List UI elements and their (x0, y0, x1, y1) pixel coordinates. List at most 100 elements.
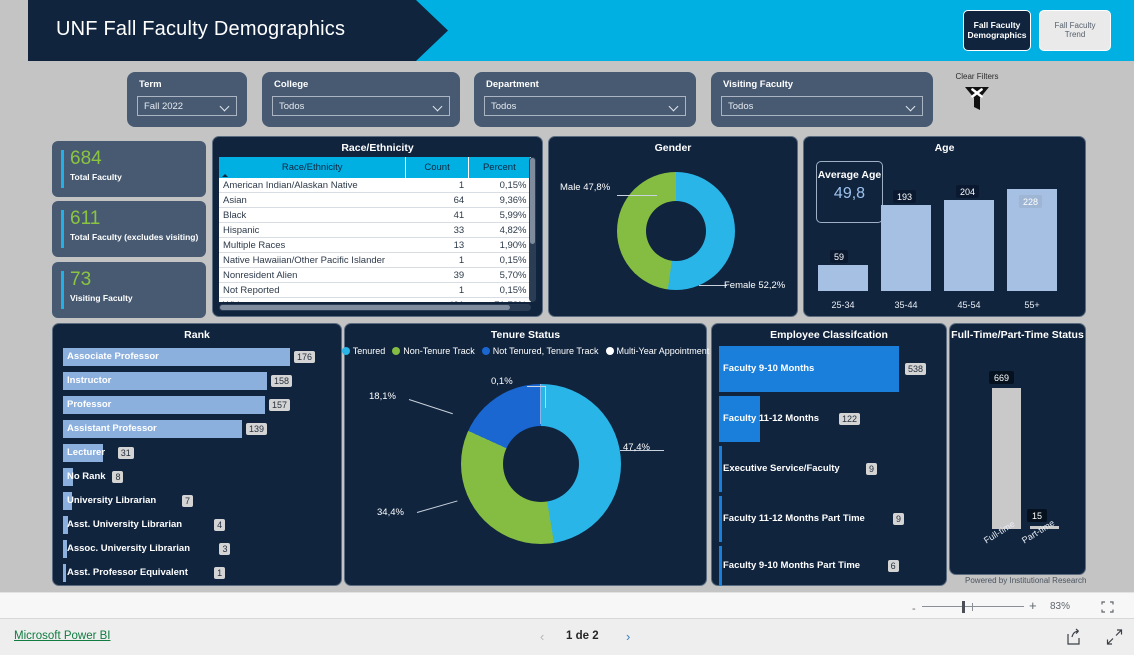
kpi-card-visiting-faculty[interactable]: 73 Visiting Faculty (52, 262, 206, 318)
classification-row[interactable]: Faculty 11-12 Months 122 (719, 396, 941, 442)
age-bar[interactable] (818, 265, 868, 291)
age-axis-tick-label: 25-34 (831, 300, 855, 310)
clear-filters-button[interactable]: Clear Filters (946, 72, 1008, 124)
legend-item[interactable]: Not Tenured, Tenure Track (481, 346, 599, 356)
classification-bar[interactable] (719, 446, 722, 492)
age-bar[interactable] (881, 205, 931, 291)
classification-value-label: 538 (905, 363, 927, 375)
rank-value-label: 158 (271, 374, 293, 387)
rank-row[interactable]: Assoc. University Librarian 3 (63, 540, 335, 558)
slicer-term[interactable]: Term Fall 2022 (127, 72, 247, 127)
classification-row[interactable]: Faculty 11-12 Months Part Time 9 (719, 496, 941, 542)
table-row[interactable]: Not Reported 1 0,15% (219, 282, 531, 298)
tenure-status-donut-chart[interactable] (461, 384, 621, 544)
slicer-visiting-faculty-dropdown[interactable]: Todos (721, 96, 923, 116)
race-table-vertical-scrollbar[interactable] (529, 157, 536, 302)
scrollbar-thumb[interactable] (530, 158, 535, 244)
slicer-college[interactable]: College Todos (262, 72, 460, 127)
panel-title-employee-classification: Employee Classifcation (770, 329, 888, 341)
cell-race-ethnicity: White (219, 297, 406, 302)
race-table-horizontal-scrollbar[interactable] (219, 304, 531, 311)
rank-row[interactable]: Asst. Professor Equivalent 1 (63, 564, 335, 582)
cell-percent: 5,70% (468, 267, 531, 283)
gender-donut-chart[interactable] (617, 172, 735, 290)
table-row[interactable]: Nonresident Alien 39 5,70% (219, 267, 531, 283)
next-page-button[interactable]: › (626, 629, 630, 644)
cell-race-ethnicity: Asian (219, 192, 406, 208)
table-row[interactable]: American Indian/Alaskan Native 1 0,15% (219, 178, 531, 193)
rank-bar[interactable] (63, 564, 66, 582)
age-bar-value-label: 204 (956, 185, 980, 198)
chevron-down-icon (670, 102, 679, 111)
donut-hole (646, 201, 706, 261)
rank-row[interactable]: No Rank 8 (63, 468, 335, 486)
previous-page-button[interactable]: ‹ (540, 629, 544, 644)
column-header-percent[interactable]: Percent (468, 157, 531, 178)
table-row[interactable]: Asian 64 9,36% (219, 192, 531, 208)
chevron-down-icon (907, 102, 916, 111)
legend-item[interactable]: Non-Tenure Track (392, 346, 475, 356)
fit-to-page-icon[interactable] (1101, 600, 1114, 613)
microsoft-power-bi-link[interactable]: Microsoft Power BI (14, 630, 111, 642)
panel-title-age: Age (934, 142, 955, 154)
race-ethnicity-table: Race/Ethnicity Count Percent American In… (219, 157, 531, 302)
nav-button-fall-faculty-trend[interactable]: Fall Faculty Trend (1039, 10, 1111, 51)
rank-row[interactable]: Instructor 158 (63, 372, 335, 390)
legend-item[interactable]: Multi-Year Appointment (605, 346, 709, 356)
column-header-race-ethnicity[interactable]: Race/Ethnicity (219, 157, 407, 178)
zoom-slider-handle[interactable] (962, 601, 965, 613)
slicer-term-dropdown[interactable]: Fall 2022 (137, 96, 237, 116)
ftpt-bar[interactable] (992, 388, 1021, 529)
slicer-department-dropdown[interactable]: Todos (484, 96, 686, 116)
zoom-out-button[interactable]: - (912, 604, 916, 615)
classification-category-label: Faculty 9-10 Months (723, 363, 815, 374)
table-row[interactable]: Black 41 5,99% (219, 207, 531, 223)
table-header-row: Race/Ethnicity Count Percent (219, 157, 531, 178)
slicer-visiting-faculty-value: Todos (728, 100, 754, 112)
column-header-count[interactable]: Count (405, 157, 469, 178)
cell-count: 1 (405, 178, 469, 193)
rank-category-label: Asst. Professor Equivalent (67, 567, 188, 578)
rank-row[interactable]: Associate Professor 176 (63, 348, 335, 366)
rank-row[interactable]: Lecturer 31 (63, 444, 335, 462)
rank-row[interactable]: Asst. University Librarian 4 (63, 516, 335, 534)
kpi-card-total-faculty[interactable]: 684 Total Faculty (52, 141, 206, 197)
rank-row[interactable]: Assistant Professor 139 (63, 420, 335, 438)
zoom-in-button[interactable]: + (1029, 599, 1037, 612)
tenure-status-legend[interactable]: Tenured Non-Tenure Track Not Tenured, Tenu… (341, 346, 709, 356)
clear-filters-label: Clear Filters (955, 72, 999, 81)
legend-item[interactable]: Tenured (341, 346, 385, 356)
table-row[interactable]: White49171,78% (219, 297, 531, 302)
ftpt-value-label: 15 (1027, 509, 1048, 522)
rank-row[interactable]: University Librarian 7 (63, 492, 335, 510)
kpi-card-total-faculty-excludes-visiting[interactable]: 611 Total Faculty (excludes visiting) (52, 201, 206, 257)
fullscreen-icon[interactable] (1106, 628, 1123, 646)
cell-race-ethnicity: Not Reported (219, 282, 406, 298)
cell-count: 64 (405, 192, 469, 208)
slicer-visiting-faculty[interactable]: Visiting Faculty Todos (711, 72, 933, 127)
classification-bar[interactable] (719, 496, 722, 542)
table-row[interactable]: Hispanic 33 4,82% (219, 222, 531, 238)
cell-count: 491 (405, 297, 469, 302)
classification-row[interactable]: Faculty 9-10 Months Part Time 6 (719, 546, 941, 586)
table-row[interactable]: Native Hawaiian/Other Pacific Islander 1 0… (219, 252, 531, 268)
slicer-college-dropdown[interactable]: Todos (272, 96, 450, 116)
gender-male-leader-line (617, 195, 657, 196)
cell-percent: 71,78% (468, 297, 531, 302)
table-row[interactable]: Multiple Races 13 1,90% (219, 237, 531, 253)
average-age-value: 49,8 (833, 185, 866, 203)
zoom-slider-track[interactable] (922, 606, 1024, 607)
rank-row[interactable]: Professor 157 (63, 396, 335, 414)
age-bar[interactable] (944, 200, 994, 291)
classification-row[interactable]: Executive Service/Faculty 9 (719, 446, 941, 492)
nav-button-fall-faculty-demographics[interactable]: Fall Faculty Demographics (963, 10, 1031, 51)
classification-bar[interactable] (719, 546, 722, 586)
race-ethnicity-table-scroll-area[interactable]: Race/Ethnicity Count Percent American In… (219, 157, 531, 302)
zoom-percent-label: 83% (1050, 601, 1071, 612)
legend-label: Not Tenured, Tenure Track (492, 346, 599, 356)
slicer-department[interactable]: Department Todos (474, 72, 696, 127)
classification-row[interactable]: Faculty 9-10 Months 538 (719, 346, 941, 392)
share-icon[interactable] (1066, 628, 1082, 646)
scrollbar-thumb[interactable] (220, 305, 510, 310)
average-age-label: Average Age (817, 169, 882, 181)
